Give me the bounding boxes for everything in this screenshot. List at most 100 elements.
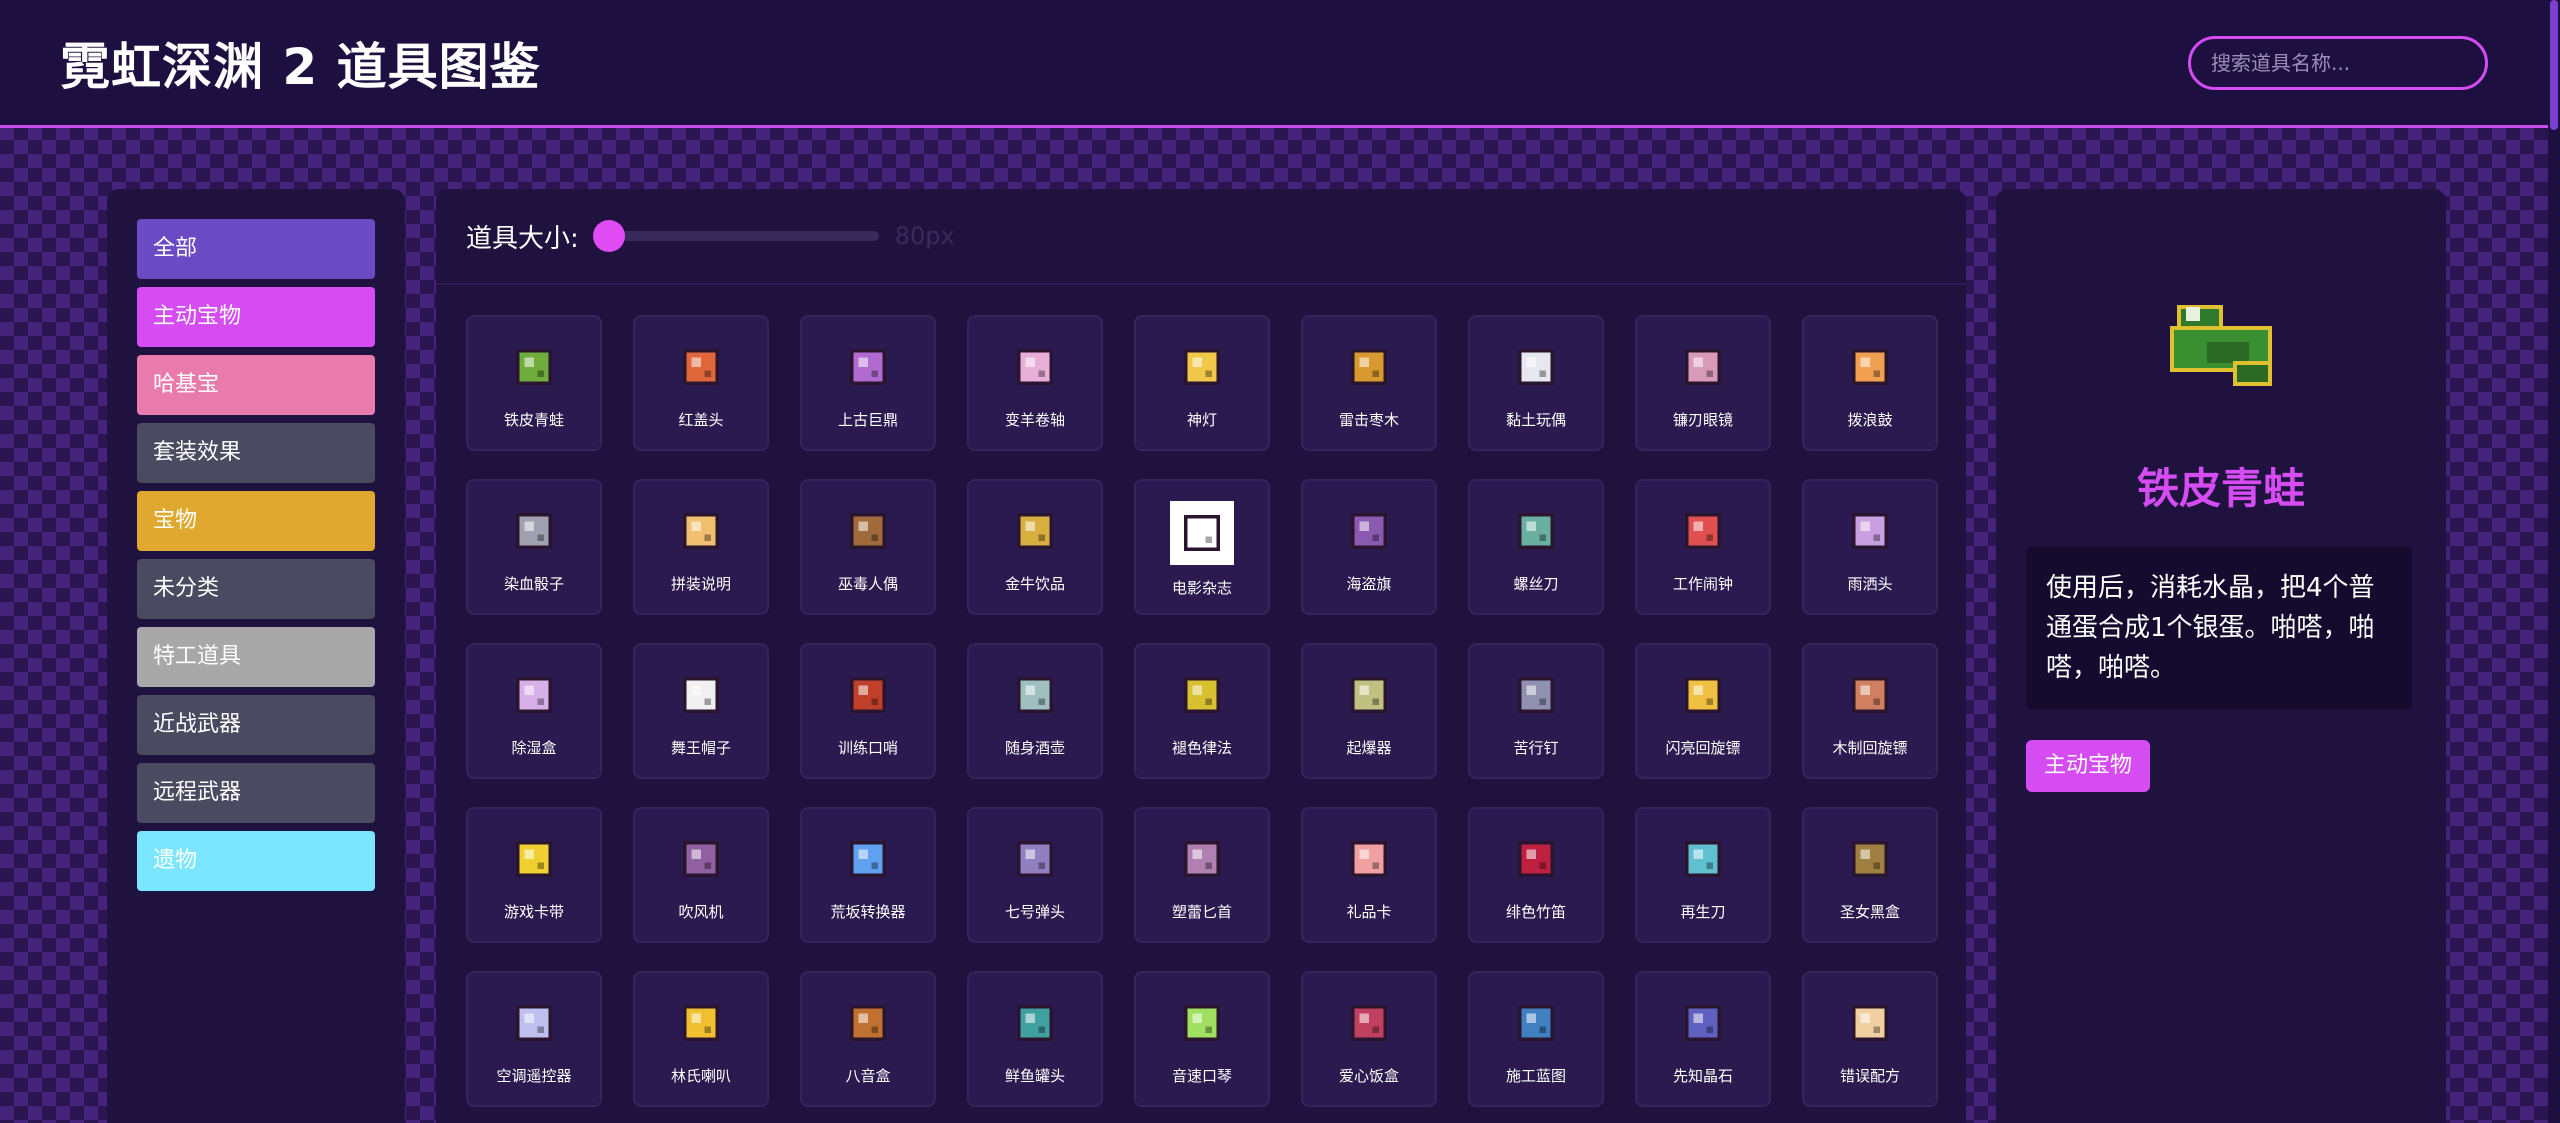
- item-card[interactable]: 上古巨鼎: [800, 315, 936, 451]
- item-card[interactable]: 随身酒壶: [967, 643, 1103, 779]
- item-name: 舞王帽子: [670, 739, 731, 757]
- item-card[interactable]: 再生刀: [1635, 807, 1771, 943]
- detail-description: 使用后，消耗水晶，把4个普通蛋合成1个银蛋。啪嗒，啪嗒，啪嗒。: [2026, 546, 2412, 710]
- item-card[interactable]: 七号弹头: [967, 807, 1103, 943]
- item-card[interactable]: 拨浪鼓: [1802, 315, 1938, 451]
- manual-icon: [671, 501, 731, 561]
- item-name: 除湿盒: [511, 739, 557, 757]
- category-button[interactable]: 特工道具: [137, 627, 375, 687]
- item-card[interactable]: 工作闹钟: [1635, 479, 1771, 615]
- category-button[interactable]: 套装效果: [137, 423, 375, 483]
- item-card[interactable]: 塑蕾匕首: [1134, 807, 1270, 943]
- flask-icon: [1005, 665, 1065, 725]
- item-card[interactable]: 游戏卡带: [466, 807, 602, 943]
- category-button[interactable]: 全部: [137, 219, 375, 279]
- item-card[interactable]: 八音盒: [800, 971, 936, 1107]
- item-card[interactable]: 起爆器: [1301, 643, 1437, 779]
- item-card[interactable]: 褪色律法: [1134, 643, 1270, 779]
- item-card[interactable]: 爱心饭盒: [1301, 971, 1437, 1107]
- item-name: 起爆器: [1346, 739, 1392, 757]
- item-card[interactable]: 吹风机: [633, 807, 769, 943]
- item-card[interactable]: 雷击枣木: [1301, 315, 1437, 451]
- frog-icon: [504, 337, 564, 397]
- page-scrollbar[interactable]: [2548, 0, 2560, 1123]
- item-name: 电影杂志: [1171, 579, 1232, 597]
- item-card[interactable]: 神灯: [1134, 315, 1270, 451]
- item-card[interactable]: 除湿盒: [466, 643, 602, 779]
- item-card[interactable]: 圣女黑盒: [1802, 807, 1938, 943]
- item-card[interactable]: 错误配方: [1802, 971, 1938, 1107]
- item-card[interactable]: 礼品卡: [1301, 807, 1437, 943]
- size-value: 80px: [894, 222, 955, 250]
- item-name: 雨洒头: [1847, 575, 1893, 593]
- size-slider[interactable]: [592, 220, 879, 252]
- item-card[interactable]: 铁皮青蛙: [466, 315, 602, 451]
- magic-lamp-icon: [1172, 337, 1232, 397]
- item-panel: 道具大小: 80px 铁皮青蛙 红盖头 上古巨鼎 变羊卷轴 神灯 雷击枣木 黏土玩偶 镰刃眼镜…: [436, 189, 1966, 1123]
- detail-category-tag[interactable]: 主动宝物: [2026, 740, 2151, 792]
- category-button[interactable]: 主动宝物: [137, 287, 375, 347]
- item-card[interactable]: 变羊卷轴: [967, 315, 1103, 451]
- detonator-icon: [1339, 665, 1399, 725]
- frog-icon: [2169, 304, 2273, 387]
- item-card[interactable]: 施工蓝图: [1468, 971, 1604, 1107]
- wood-icon: [1339, 337, 1399, 397]
- category-button[interactable]: 哈基宝: [137, 355, 375, 415]
- item-card[interactable]: 闪亮回旋镖: [1635, 643, 1771, 779]
- item-card[interactable]: 镰刃眼镜: [1635, 315, 1771, 451]
- fish-can-icon: [1005, 993, 1065, 1053]
- item-name: 木制回旋镖: [1832, 739, 1908, 757]
- item-card[interactable]: 海盗旗: [1301, 479, 1437, 615]
- search-input[interactable]: [2188, 35, 2488, 90]
- item-card[interactable]: 训练口哨: [800, 643, 936, 779]
- item-card[interactable]: 荒坂转换器: [800, 807, 936, 943]
- rattle-drum-icon: [1840, 337, 1900, 397]
- category-button[interactable]: 遗物: [137, 831, 375, 891]
- category-button[interactable]: 宝物: [137, 491, 375, 551]
- item-card[interactable]: 螺丝刀: [1468, 479, 1604, 615]
- item-name: 雷击枣木: [1338, 411, 1399, 429]
- item-name: 巫毒人偶: [837, 575, 898, 593]
- item-name: 游戏卡带: [503, 903, 564, 921]
- item-card[interactable]: 苦行钉: [1468, 643, 1604, 779]
- item-card[interactable]: 拼装说明: [633, 479, 769, 615]
- item-card[interactable]: 金牛饮品: [967, 479, 1103, 615]
- category-button[interactable]: 远程武器: [137, 763, 375, 823]
- flute-icon: [1506, 829, 1566, 889]
- size-slider-thumb[interactable]: [592, 220, 625, 252]
- item-name: 爱心饭盒: [1338, 1067, 1399, 1085]
- category-button[interactable]: 未分类: [137, 559, 375, 619]
- item-name: 绯色竹笛: [1505, 903, 1566, 921]
- item-name: 空调遥控器: [496, 1067, 572, 1085]
- item-card[interactable]: 巫毒人偶: [800, 479, 936, 615]
- item-card[interactable]: 舞王帽子: [633, 643, 769, 779]
- item-card[interactable]: 雨洒头: [1802, 479, 1938, 615]
- converter-icon: [838, 829, 898, 889]
- item-card[interactable]: 空调遥控器: [466, 971, 602, 1107]
- item-card[interactable]: 先知晶石: [1635, 971, 1771, 1107]
- item-card[interactable]: 音速口琴: [1134, 971, 1270, 1107]
- item-name: 林氏喇叭: [670, 1067, 731, 1085]
- scrollbar-thumb[interactable]: [2550, 0, 2558, 130]
- item-card[interactable]: 林氏喇叭: [633, 971, 769, 1107]
- item-card[interactable]: 染血骰子: [466, 479, 602, 615]
- category-sidebar: 全部主动宝物哈基宝套装效果宝物未分类特工道具近战武器远程武器遗物: [107, 189, 405, 1123]
- item-card[interactable]: 红盖头: [633, 315, 769, 451]
- item-card[interactable]: 黏土玩偶: [1468, 315, 1604, 451]
- item-name: 吹风机: [678, 903, 724, 921]
- item-card[interactable]: 绯色竹笛: [1468, 807, 1604, 943]
- voodoo-icon: [838, 501, 898, 561]
- detail-item-name: 铁皮青蛙: [2136, 464, 2305, 513]
- item-card[interactable]: 木制回旋镖: [1802, 643, 1938, 779]
- category-button[interactable]: 近战武器: [137, 695, 375, 755]
- item-card[interactable]: 鲜鱼罐头: [967, 971, 1103, 1107]
- dagger-icon: [1172, 829, 1232, 889]
- item-name: 染血骰子: [503, 575, 564, 593]
- item-name: 苦行钉: [1513, 739, 1559, 757]
- item-card[interactable]: 电影杂志: [1134, 479, 1270, 615]
- item-name: 拨浪鼓: [1847, 411, 1893, 429]
- cartridge-icon: [504, 829, 564, 889]
- size-label: 道具大小:: [466, 223, 579, 254]
- red-veil-icon: [671, 337, 731, 397]
- wood-boomerang-icon: [1840, 665, 1900, 725]
